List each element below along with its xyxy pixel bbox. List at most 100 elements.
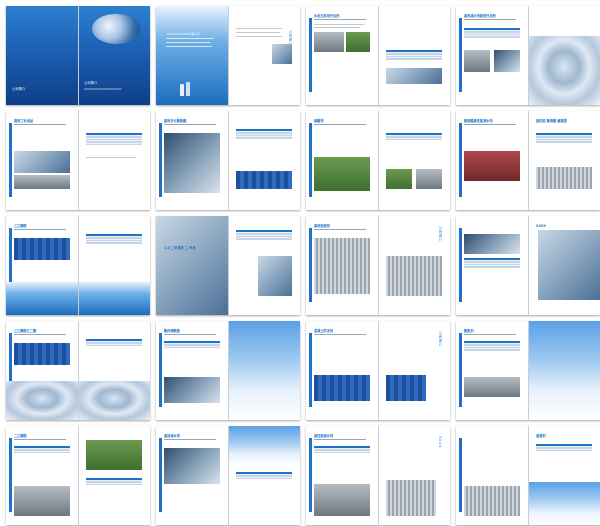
spread-product: XXXX bbox=[456, 216, 600, 315]
product-image-page bbox=[228, 426, 300, 525]
product-photo bbox=[272, 44, 292, 64]
product-photo bbox=[464, 50, 490, 72]
spine bbox=[228, 426, 229, 525]
spread-product: 高效工业用品 bbox=[6, 111, 150, 210]
spine bbox=[528, 111, 529, 210]
spec-table bbox=[86, 133, 142, 146]
product-image-page: 公司简介 bbox=[378, 216, 450, 315]
spine bbox=[528, 321, 529, 420]
product-detail-page bbox=[228, 111, 300, 210]
product-photo bbox=[386, 68, 442, 84]
product-heading: 聚丙烯酰胺 bbox=[164, 329, 180, 333]
product-page: 膨胀剂 bbox=[456, 321, 528, 420]
spread-cover: 公司简介 公司简介 XXXXXXXXXXXXXXXXXXXXXXXXX bbox=[6, 6, 150, 105]
accent-stripe bbox=[309, 18, 312, 92]
accent-stripe bbox=[9, 123, 12, 197]
product-image-page bbox=[228, 321, 300, 420]
text-line bbox=[236, 28, 282, 29]
product-photo bbox=[14, 151, 70, 173]
product-heading: 水泥生料用外加剂 bbox=[314, 14, 340, 18]
spine bbox=[378, 426, 379, 525]
product-photo bbox=[386, 375, 426, 401]
product-photo bbox=[386, 256, 442, 296]
product-page: 高效多元聚羧酸 bbox=[156, 111, 228, 210]
product-subheading bbox=[314, 439, 366, 441]
product-heading: 三乙醇胺乙二醇 bbox=[14, 329, 37, 333]
spec-table bbox=[164, 341, 220, 349]
product-subheading bbox=[14, 229, 66, 231]
product-page bbox=[456, 216, 528, 315]
sky-photo bbox=[528, 321, 600, 420]
accent-stripe bbox=[459, 18, 462, 92]
accent-stripe bbox=[459, 333, 462, 407]
product-detail-page bbox=[78, 216, 150, 315]
product-image-page bbox=[528, 321, 600, 420]
product-page: 高效工业用品 bbox=[6, 111, 78, 210]
spine bbox=[378, 6, 379, 105]
spine bbox=[528, 216, 529, 315]
intro-title: XXXXXXXXXXXXX有限公司 bbox=[166, 33, 200, 36]
accent-stripe bbox=[159, 123, 162, 197]
product-subheading bbox=[164, 439, 216, 441]
product-detail-page: 高性能 聚羧酸 缓凝型 bbox=[528, 111, 600, 210]
spread-intro: XXXXXXXXXXXXX有限公司 公司简介 bbox=[156, 6, 300, 105]
spine bbox=[78, 321, 79, 420]
sky-photo bbox=[528, 482, 600, 525]
product-photo bbox=[464, 151, 520, 181]
product-page: 聚羧酸高性能减水剂 bbox=[456, 111, 528, 210]
spec-table bbox=[86, 339, 142, 347]
product-heading: XXXX bbox=[536, 224, 546, 228]
product-heading: 混凝土防冻剂 bbox=[314, 329, 334, 333]
spec-table bbox=[14, 446, 70, 454]
factory-photo bbox=[164, 377, 220, 403]
spread-product: 高效阻锈剂 公司简介 bbox=[306, 216, 450, 315]
spec-table bbox=[236, 472, 292, 480]
text-line bbox=[166, 38, 214, 39]
product-page: 聚丙烯酰胺 bbox=[156, 321, 228, 420]
product-photo bbox=[86, 440, 142, 470]
brand-vertical-title: XXXX bbox=[438, 436, 442, 448]
sea-photo bbox=[156, 6, 228, 105]
product-photo bbox=[464, 486, 520, 516]
spread-product: 速凝剂 bbox=[456, 426, 600, 525]
product-photo bbox=[14, 343, 70, 365]
product-photo bbox=[314, 157, 370, 191]
brand-vertical-title: 公司简介 bbox=[438, 331, 442, 347]
product-photo bbox=[346, 32, 370, 52]
product-detail-page bbox=[78, 321, 150, 420]
cover-title: 公司简介 bbox=[84, 81, 98, 85]
spine bbox=[228, 6, 229, 105]
product-image-page: 速凝剂 bbox=[528, 426, 600, 525]
spine bbox=[228, 111, 229, 210]
accent-stripe bbox=[459, 123, 462, 197]
intro-page: XXXXXXXXXXXXX有限公司 bbox=[156, 6, 228, 105]
product-subheading bbox=[14, 124, 66, 126]
sky-photo bbox=[228, 321, 300, 420]
lab-glassware-photo bbox=[92, 14, 140, 44]
bottle-icon bbox=[180, 84, 184, 96]
spine bbox=[378, 111, 379, 210]
accent-stripe bbox=[159, 333, 162, 407]
intro-text-page: 公司简介 bbox=[228, 6, 300, 105]
product-heading: 高效工业用品 bbox=[14, 119, 34, 123]
spine bbox=[228, 216, 229, 315]
product-detail-page: XXXX bbox=[378, 426, 450, 525]
spine bbox=[78, 216, 79, 315]
product-photo bbox=[236, 171, 292, 189]
product-heading: 速凝剂 bbox=[536, 434, 546, 438]
text-line bbox=[236, 32, 280, 33]
product-page bbox=[456, 426, 528, 525]
spread-product: 聚丙烯酰胺 bbox=[156, 321, 300, 420]
product-heading: 聚羧酸高性能减水剂 bbox=[464, 119, 493, 123]
cover-title-back: 公司简介 bbox=[12, 87, 26, 91]
product-heading: 高性能减水剂 bbox=[314, 434, 334, 438]
product-page: 高效减水剂新型外加剂 bbox=[456, 6, 528, 105]
sea-photo bbox=[78, 282, 150, 315]
spec-table bbox=[236, 230, 292, 240]
back-cover-page: 公司简介 bbox=[6, 6, 78, 105]
product-subheading bbox=[314, 334, 366, 336]
product-heading: 高效阻锈剂 bbox=[314, 224, 330, 228]
spine bbox=[78, 6, 79, 105]
product-heading: 高效减水剂新型外加剂 bbox=[464, 14, 496, 18]
spread-product: 混凝土防冻剂 公司简介 bbox=[306, 321, 450, 420]
